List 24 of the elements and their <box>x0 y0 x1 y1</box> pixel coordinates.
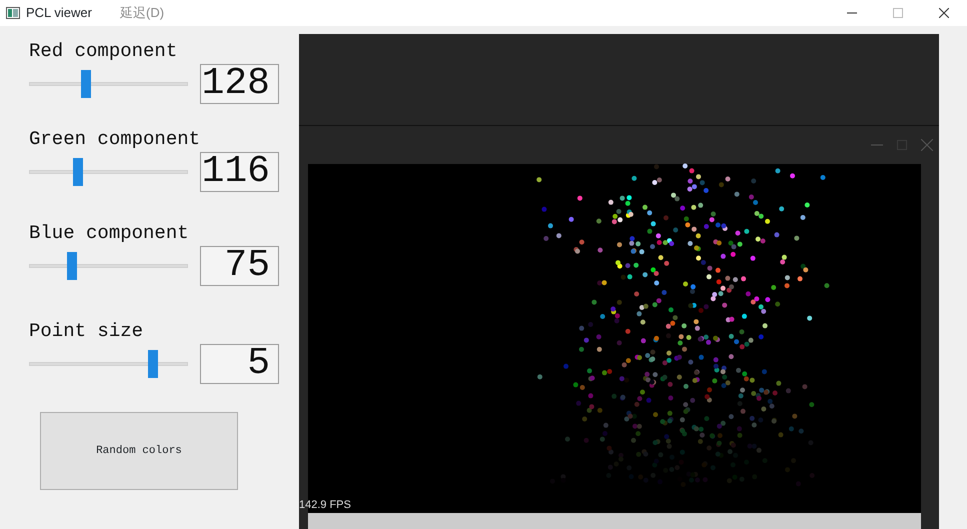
slider-label: Blue component <box>29 222 189 244</box>
slider-track[interactable] <box>29 350 188 378</box>
toolbar-label: 延迟(D) <box>120 4 164 22</box>
lcd-display: 5 <box>200 344 279 384</box>
slider-track[interactable] <box>29 70 188 98</box>
random-colors-button[interactable]: Random colors <box>40 412 238 490</box>
lcd-display: 116 <box>200 152 279 192</box>
lcd-display: 128 <box>200 64 279 104</box>
maximize-icon[interactable] <box>893 8 903 18</box>
minimize-icon[interactable] <box>847 12 857 14</box>
slider-handle[interactable] <box>81 70 92 98</box>
slider-handle[interactable] <box>148 350 158 378</box>
close-icon[interactable] <box>939 8 949 18</box>
slider-handle[interactable] <box>66 252 77 280</box>
slider-label: Green component <box>29 128 200 150</box>
fps-counter: 142.9 FPS <box>299 498 351 512</box>
app-icon <box>6 6 20 20</box>
lcd-display: 75 <box>200 246 279 286</box>
slider-track[interactable] <box>29 158 188 186</box>
slider-label: Red component <box>29 40 178 62</box>
slider-handle[interactable] <box>73 158 84 186</box>
slider-track[interactable] <box>29 252 188 280</box>
slider-label: Point size <box>29 320 144 342</box>
window-title: PCL viewer <box>26 4 92 22</box>
